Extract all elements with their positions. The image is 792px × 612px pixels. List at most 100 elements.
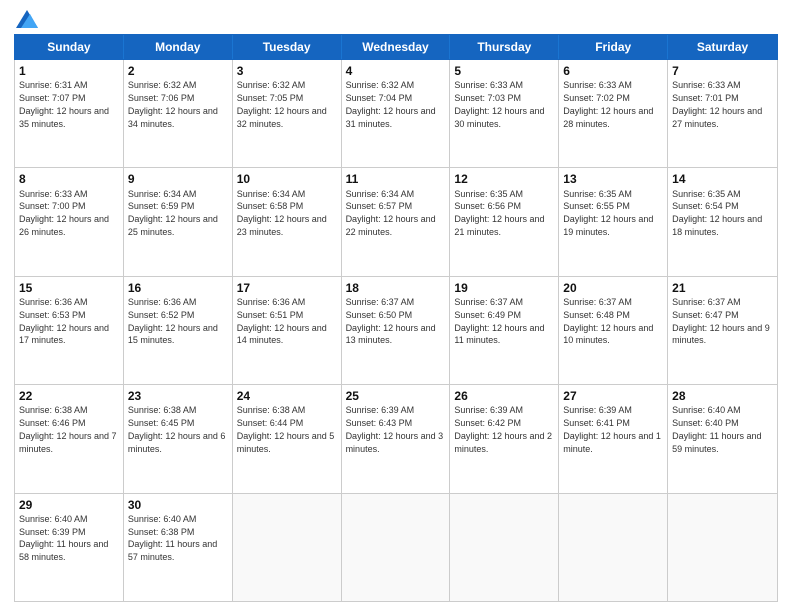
table-row [559,494,668,601]
day-number: 13 [563,171,663,187]
cell-info: Sunrise: 6:36 AMSunset: 6:51 PMDaylight:… [237,297,327,345]
day-number: 7 [672,63,773,79]
day-number: 17 [237,280,337,296]
day-number: 11 [346,171,446,187]
table-row: 4Sunrise: 6:32 AMSunset: 7:04 PMDaylight… [342,60,451,167]
day-number: 27 [563,388,663,404]
table-row: 7Sunrise: 6:33 AMSunset: 7:01 PMDaylight… [668,60,777,167]
header-day-saturday: Saturday [668,35,777,59]
cell-info: Sunrise: 6:40 AMSunset: 6:39 PMDaylight:… [19,514,108,562]
day-number: 24 [237,388,337,404]
cell-info: Sunrise: 6:32 AMSunset: 7:05 PMDaylight:… [237,80,327,128]
table-row [668,494,777,601]
week-row-1: 1Sunrise: 6:31 AMSunset: 7:07 PMDaylight… [15,60,777,168]
cell-info: Sunrise: 6:33 AMSunset: 7:03 PMDaylight:… [454,80,544,128]
table-row: 8 Sunrise: 6:33 AMSunset: 7:00 PMDaylight… [15,168,124,275]
page: SundayMondayTuesdayWednesdayThursdayFrid… [0,0,792,612]
cell-info: Sunrise: 6:37 AMSunset: 6:47 PMDaylight:… [672,297,770,345]
table-row: 30Sunrise: 6:40 AMSunset: 6:38 PMDayligh… [124,494,233,601]
table-row: 24Sunrise: 6:38 AMSunset: 6:44 PMDayligh… [233,385,342,492]
table-row: 10 Sunrise: 6:34 AMSunset: 6:58 PMDayligh… [233,168,342,275]
header-day-thursday: Thursday [450,35,559,59]
table-row: 5Sunrise: 6:33 AMSunset: 7:03 PMDaylight… [450,60,559,167]
day-number: 1 [19,63,119,79]
table-row: 12 Sunrise: 6:35 AMSunset: 6:56 PMDayligh… [450,168,559,275]
week-row-2: 8 Sunrise: 6:33 AMSunset: 7:00 PMDaylight… [15,168,777,276]
header-day-tuesday: Tuesday [233,35,342,59]
day-number: 28 [672,388,773,404]
day-number: 29 [19,497,119,513]
cell-info: Sunrise: 6:39 AMSunset: 6:41 PMDaylight:… [563,405,661,453]
table-row: 16Sunrise: 6:36 AMSunset: 6:52 PMDayligh… [124,277,233,384]
cell-info: Sunrise: 6:36 AMSunset: 6:53 PMDaylight:… [19,297,109,345]
day-number: 25 [346,388,446,404]
day-number: 5 [454,63,554,79]
cell-info: Sunrise: 6:32 AMSunset: 7:04 PMDaylight:… [346,80,436,128]
day-number: 20 [563,280,663,296]
cell-info: Sunrise: 6:34 AMSunset: 6:57 PMDaylight:… [346,189,436,237]
day-number: 18 [346,280,446,296]
table-row: 17Sunrise: 6:36 AMSunset: 6:51 PMDayligh… [233,277,342,384]
cell-info: Sunrise: 6:35 AMSunset: 6:56 PMDaylight:… [454,189,544,237]
table-row: 1Sunrise: 6:31 AMSunset: 7:07 PMDaylight… [15,60,124,167]
day-number: 8 [19,171,119,187]
cell-info: Sunrise: 6:33 AMSunset: 7:01 PMDaylight:… [672,80,762,128]
cell-info: Sunrise: 6:40 AMSunset: 6:38 PMDaylight:… [128,514,217,562]
header-day-wednesday: Wednesday [342,35,451,59]
calendar: SundayMondayTuesdayWednesdayThursdayFrid… [14,34,778,602]
day-number: 22 [19,388,119,404]
table-row: 14 Sunrise: 6:35 AMSunset: 6:54 PMDayligh… [668,168,777,275]
cell-info: Sunrise: 6:31 AMSunset: 7:07 PMDaylight:… [19,80,109,128]
logo [14,10,38,28]
cell-info: Sunrise: 6:37 AMSunset: 6:48 PMDaylight:… [563,297,653,345]
header-day-monday: Monday [124,35,233,59]
day-number: 23 [128,388,228,404]
table-row: 21Sunrise: 6:37 AMSunset: 6:47 PMDayligh… [668,277,777,384]
table-row: 20Sunrise: 6:37 AMSunset: 6:48 PMDayligh… [559,277,668,384]
day-number: 9 [128,171,228,187]
week-row-3: 15Sunrise: 6:36 AMSunset: 6:53 PMDayligh… [15,277,777,385]
day-number: 14 [672,171,773,187]
day-number: 16 [128,280,228,296]
day-number: 2 [128,63,228,79]
table-row [233,494,342,601]
table-row [450,494,559,601]
table-row [342,494,451,601]
day-number: 26 [454,388,554,404]
cell-info: Sunrise: 6:40 AMSunset: 6:40 PMDaylight:… [672,405,761,453]
cell-info: Sunrise: 6:35 AMSunset: 6:54 PMDaylight:… [672,189,762,237]
cell-info: Sunrise: 6:33 AMSunset: 7:00 PMDaylight:… [19,189,109,237]
day-number: 10 [237,171,337,187]
cell-info: Sunrise: 6:36 AMSunset: 6:52 PMDaylight:… [128,297,218,345]
day-number: 19 [454,280,554,296]
day-number: 12 [454,171,554,187]
day-number: 4 [346,63,446,79]
day-number: 6 [563,63,663,79]
cell-info: Sunrise: 6:34 AMSunset: 6:59 PMDaylight:… [128,189,218,237]
calendar-header: SundayMondayTuesdayWednesdayThursdayFrid… [14,34,778,60]
header [14,10,778,28]
table-row: 28Sunrise: 6:40 AMSunset: 6:40 PMDayligh… [668,385,777,492]
table-row: 6Sunrise: 6:33 AMSunset: 7:02 PMDaylight… [559,60,668,167]
logo-icon [16,10,38,28]
header-day-sunday: Sunday [15,35,124,59]
table-row: 18Sunrise: 6:37 AMSunset: 6:50 PMDayligh… [342,277,451,384]
table-row: 19Sunrise: 6:37 AMSunset: 6:49 PMDayligh… [450,277,559,384]
table-row: 2Sunrise: 6:32 AMSunset: 7:06 PMDaylight… [124,60,233,167]
week-row-4: 22Sunrise: 6:38 AMSunset: 6:46 PMDayligh… [15,385,777,493]
day-number: 3 [237,63,337,79]
table-row: 29Sunrise: 6:40 AMSunset: 6:39 PMDayligh… [15,494,124,601]
day-number: 30 [128,497,228,513]
table-row: 15Sunrise: 6:36 AMSunset: 6:53 PMDayligh… [15,277,124,384]
table-row: 13Sunrise: 6:35 AMSunset: 6:55 PMDayligh… [559,168,668,275]
cell-info: Sunrise: 6:39 AMSunset: 6:43 PMDaylight:… [346,405,444,453]
table-row: 3Sunrise: 6:32 AMSunset: 7:05 PMDaylight… [233,60,342,167]
cell-info: Sunrise: 6:39 AMSunset: 6:42 PMDaylight:… [454,405,552,453]
cell-info: Sunrise: 6:34 AMSunset: 6:58 PMDaylight:… [237,189,327,237]
table-row: 23Sunrise: 6:38 AMSunset: 6:45 PMDayligh… [124,385,233,492]
table-row: 11 Sunrise: 6:34 AMSunset: 6:57 PMDayligh… [342,168,451,275]
week-row-5: 29Sunrise: 6:40 AMSunset: 6:39 PMDayligh… [15,494,777,601]
table-row: 26Sunrise: 6:39 AMSunset: 6:42 PMDayligh… [450,385,559,492]
cell-info: Sunrise: 6:38 AMSunset: 6:44 PMDaylight:… [237,405,335,453]
calendar-body: 1Sunrise: 6:31 AMSunset: 7:07 PMDaylight… [14,60,778,602]
